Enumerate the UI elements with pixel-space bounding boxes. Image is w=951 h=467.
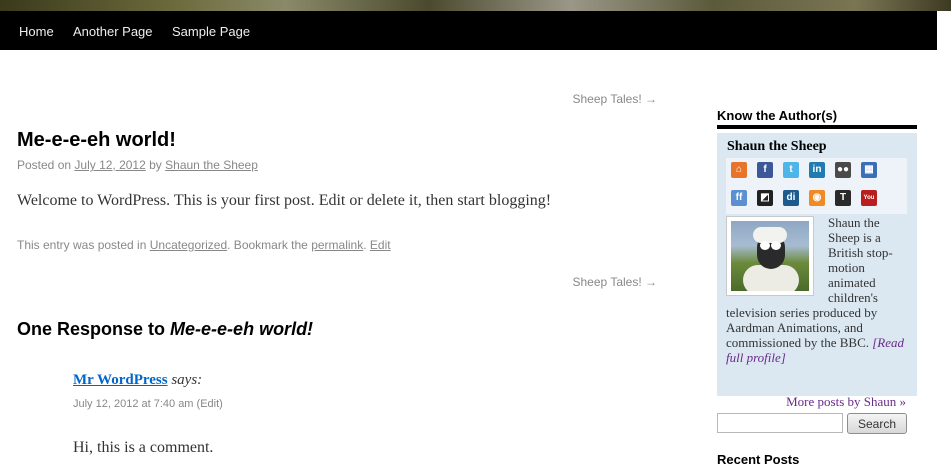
responses-title-prefix: One Response to	[17, 319, 166, 339]
twitter-icon[interactable]: t	[783, 162, 799, 178]
digg-icon[interactable]: di	[783, 190, 799, 206]
post-title: Me-e-e-eh world!	[17, 129, 176, 151]
comment-body: Hi, this is a comment.	[73, 439, 214, 456]
bookmark-label: . Bookmark the	[227, 238, 308, 252]
comment-author: Mr WordPress says:	[73, 372, 202, 389]
responses-title: One Response to Me-e-e-eh world!	[17, 319, 313, 340]
friendfeed-icon[interactable]: ff	[731, 190, 747, 206]
delicious-icon[interactable]: ◩	[757, 190, 773, 206]
linkedin-icon[interactable]: in	[809, 162, 825, 178]
nav-edge	[937, 11, 951, 50]
permalink-link[interactable]: permalink	[311, 238, 363, 252]
delicious-grid-icon[interactable]: ▦	[861, 162, 877, 178]
facebook-icon[interactable]: f	[757, 162, 773, 178]
search-input[interactable]	[717, 413, 843, 433]
author-widget-title: Know the Author(s)	[717, 108, 838, 123]
avatar-photo	[731, 221, 809, 291]
author-name: Shaun the Sheep	[727, 139, 827, 154]
entry-utility: This entry was posted in Uncategorized. …	[17, 238, 391, 252]
posted-on-label: Posted on	[17, 158, 72, 172]
flickr-icon[interactable]: ●●	[835, 162, 851, 178]
comment-author-link[interactable]: Mr WordPress	[73, 372, 168, 388]
sheep-wool	[753, 227, 787, 243]
comment-says: says:	[171, 372, 203, 388]
next-post-link-top[interactable]: Sheep Tales! →	[573, 92, 658, 106]
home-icon[interactable]: ⌂	[731, 162, 747, 178]
post-meta: Posted on July 12, 2012 by Shaun the She…	[17, 158, 258, 172]
posted-in-label: This entry was posted in	[17, 238, 147, 252]
social-icons-panel: ⌂ f t in ●● ▦ ff ◩ di ◉ T You	[726, 158, 907, 214]
author-box: Shaun the Sheep ⌂ f t in ●● ▦ ff ◩ di ◉ T You Shaun…	[717, 133, 917, 409]
category-link[interactable]: Uncategorized	[150, 238, 227, 252]
author-avatar	[726, 216, 814, 296]
main-navigation: Home Another Page Sample Page	[0, 11, 937, 50]
header-image	[0, 0, 951, 11]
more-posts-link[interactable]: More posts by Shaun »	[786, 394, 906, 410]
post-body: Welcome to WordPress. This is your first…	[17, 192, 552, 209]
next-post-link-bottom[interactable]: Sheep Tales! →	[573, 275, 658, 289]
post-author-link[interactable]: Shaun the Sheep	[165, 158, 258, 172]
nav-item-another-page[interactable]: Another Page	[73, 24, 153, 39]
post-date-link[interactable]: July 12, 2012	[74, 158, 145, 172]
utility-separator: .	[363, 238, 367, 252]
technorati-icon[interactable]: T	[835, 190, 851, 206]
nav-item-home[interactable]: Home	[19, 24, 54, 39]
sheep-eye	[771, 241, 781, 250]
widget-title-rule	[717, 125, 917, 129]
comment-timestamp-link[interactable]: July 12, 2012 at 7:40 am	[73, 398, 193, 410]
youtube-icon[interactable]: You	[861, 190, 877, 206]
nav-item-sample-page[interactable]: Sample Page	[172, 24, 250, 39]
edit-post-link[interactable]: Edit	[370, 238, 391, 252]
search-button[interactable]: Search	[847, 413, 907, 434]
comment-meta: July 12, 2012 at 7:40 am (Edit)	[73, 398, 223, 410]
comment-edit-link[interactable]: (Edit)	[197, 398, 223, 410]
rss-icon[interactable]: ◉	[809, 190, 825, 206]
by-label: by	[149, 158, 162, 172]
sheep-eye	[760, 241, 770, 250]
responses-title-post: Me-e-e-eh world!	[170, 319, 314, 339]
